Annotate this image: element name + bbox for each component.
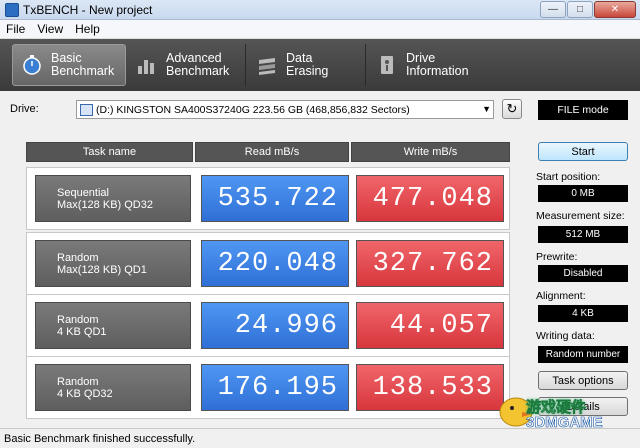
drive-select-value: (D:) KINGSTON SA400S37240G 223.56 GB (46…: [96, 103, 410, 116]
chevron-down-icon: ▼: [482, 104, 491, 114]
read-value: 24.996: [201, 302, 349, 349]
read-value: 220.048: [201, 240, 349, 287]
tab-drive-information[interactable]: Drive Information: [368, 44, 484, 86]
task-line1: Sequential: [57, 186, 109, 199]
toolbar: Basic Benchmark Advanced Benchmark Data …: [0, 39, 640, 91]
start-position-label: Start position:: [536, 171, 601, 183]
status-text: Basic Benchmark finished successfully.: [4, 432, 196, 445]
task-line1: Random: [57, 313, 99, 326]
stopwatch-icon: [21, 54, 43, 76]
writing-data-label: Writing data:: [536, 330, 595, 342]
refresh-icon: ↻: [506, 101, 518, 116]
minimize-button[interactable]: —: [540, 1, 566, 18]
header-task-name: Task name: [26, 142, 193, 162]
start-position-value[interactable]: 0 MB: [538, 185, 628, 202]
drive-select[interactable]: (D:) KINGSTON SA400S37240G 223.56 GB (46…: [76, 100, 494, 119]
tab-label: Drive Information: [406, 51, 469, 78]
status-bar: Basic Benchmark finished successfully.: [0, 428, 640, 448]
measurement-size-label: Measurement size:: [536, 210, 625, 222]
task-name-cell[interactable]: Random 4 KB QD1: [35, 302, 191, 349]
tab-label: Basic Benchmark: [51, 51, 115, 78]
write-value: 138.533: [356, 364, 504, 411]
table-row: Random 4 KB QD1 24.996 44.057: [26, 294, 510, 357]
maximize-button[interactable]: □: [567, 1, 593, 18]
write-value: 44.057: [356, 302, 504, 349]
header-write: Write mB/s: [351, 142, 510, 162]
eraser-icon: [256, 54, 278, 76]
tab-basic-benchmark[interactable]: Basic Benchmark: [12, 44, 126, 86]
window-title: TxBENCH - New project: [23, 2, 153, 17]
task-line2: Max(128 KB) QD1: [57, 263, 147, 276]
mode-indicator: FILE mode: [538, 100, 628, 120]
start-button[interactable]: Start: [538, 142, 628, 161]
table-row: Random Max(128 KB) QD1 220.048 327.762: [26, 232, 510, 295]
prewrite-label: Prewrite:: [536, 251, 578, 263]
read-value: 176.195: [201, 364, 349, 411]
task-line1: Random: [57, 375, 99, 388]
task-line2: 4 KB QD32: [57, 387, 113, 400]
task-line1: Random: [57, 251, 99, 264]
task-options-button[interactable]: Task options: [538, 371, 628, 390]
tab-label: Advanced Benchmark: [166, 51, 230, 78]
disk-icon: [80, 103, 93, 116]
task-name-cell[interactable]: Random 4 KB QD32: [35, 364, 191, 411]
bar-chart-icon: [136, 54, 158, 76]
menu-bar: File View Help: [0, 20, 640, 39]
alignment-value[interactable]: 4 KB: [538, 305, 628, 322]
drive-info-icon: [376, 54, 398, 76]
prewrite-value[interactable]: Disabled: [538, 265, 628, 282]
menu-view[interactable]: View: [31, 22, 69, 36]
task-line2: 4 KB QD1: [57, 325, 107, 338]
task-name-cell[interactable]: Random Max(128 KB) QD1: [35, 240, 191, 287]
measurement-size-value[interactable]: 512 MB: [538, 226, 628, 243]
results-table: Task name Read mB/s Write mB/s Sequentia…: [26, 142, 510, 419]
write-value: 477.048: [356, 175, 504, 222]
write-value: 327.762: [356, 240, 504, 287]
menu-file[interactable]: File: [0, 22, 31, 36]
read-value: 535.722: [201, 175, 349, 222]
table-row: Random 4 KB QD32 176.195 138.533: [26, 356, 510, 419]
tab-advanced-benchmark[interactable]: Advanced Benchmark: [128, 44, 246, 86]
title-bar: TxBENCH - New project — □ ✕: [0, 0, 640, 20]
writing-data-value[interactable]: Random number: [538, 346, 628, 363]
alignment-label: Alignment:: [536, 290, 586, 302]
header-read: Read mB/s: [195, 142, 349, 162]
task-name-cell[interactable]: Sequential Max(128 KB) QD32: [35, 175, 191, 222]
refresh-button[interactable]: ↻: [502, 99, 522, 119]
app-icon: [5, 2, 19, 17]
tab-label: Data Erasing: [286, 51, 329, 78]
table-row: Sequential Max(128 KB) QD32 535.722 477.…: [26, 167, 510, 230]
drive-label: Drive:: [10, 103, 39, 115]
close-button[interactable]: ✕: [594, 1, 636, 18]
menu-help[interactable]: Help: [69, 22, 106, 36]
tab-data-erasing[interactable]: Data Erasing: [248, 44, 366, 86]
task-line2: Max(128 KB) QD32: [57, 198, 153, 211]
